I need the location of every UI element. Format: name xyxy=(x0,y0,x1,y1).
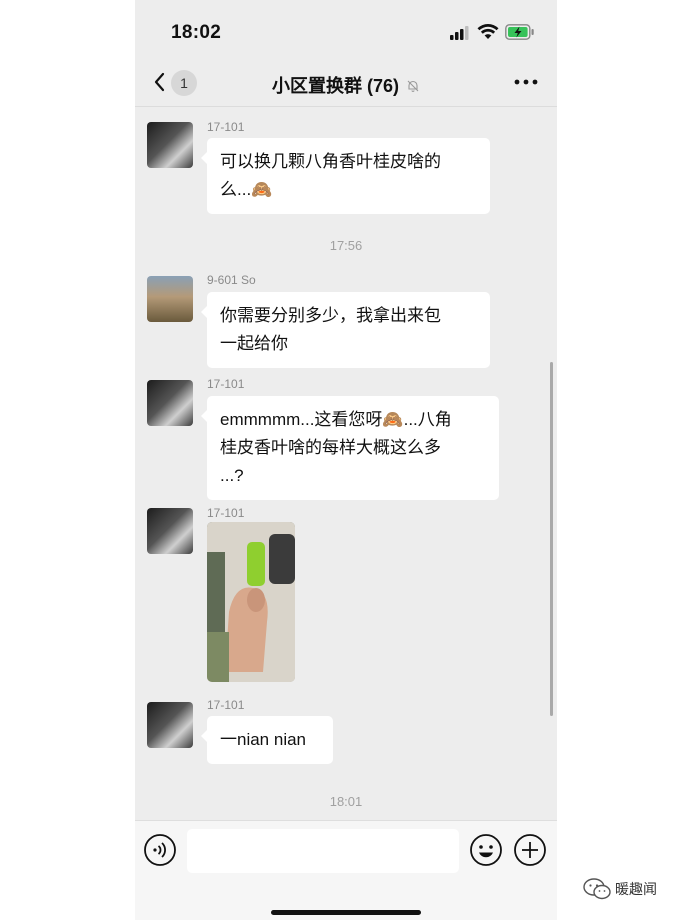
home-indicator[interactable] xyxy=(271,910,421,915)
status-bar: 18:02 xyxy=(135,0,557,62)
sender-name: 17-101 xyxy=(207,120,245,134)
message-timestamp: 18:01 xyxy=(329,794,363,809)
sender-name: 9-601 So xyxy=(207,273,256,287)
message-timestamp: 17:56 xyxy=(329,238,363,253)
scrollbar[interactable] xyxy=(550,362,553,716)
message-input[interactable] xyxy=(187,829,459,873)
message-bubble[interactable]: 可以换几颗八角香叶桂皮啥的 么...🙈 xyxy=(201,138,490,214)
cellular-signal-icon xyxy=(450,26,470,45)
wechat-logo-icon xyxy=(583,878,611,905)
battery-charging-icon xyxy=(505,24,535,45)
message-bubble[interactable]: 一nian nian xyxy=(201,716,333,764)
emoji-icon[interactable] xyxy=(469,833,503,867)
phone-screen: 18:02 1 小区置换群 (76) 17-101 可以换几颗八角香叶桂皮啥的 … xyxy=(135,0,557,920)
plus-icon[interactable] xyxy=(513,833,547,867)
status-time: 18:02 xyxy=(171,22,222,43)
wifi-icon xyxy=(477,24,499,45)
sender-name: 17-101 xyxy=(207,377,245,391)
avatar[interactable] xyxy=(147,508,193,554)
image-message[interactable] xyxy=(207,522,295,682)
chat-title: 小区置换群 (76) xyxy=(135,72,557,98)
avatar[interactable] xyxy=(147,702,193,748)
avatar[interactable] xyxy=(147,380,193,426)
avatar[interactable] xyxy=(147,122,193,168)
voice-icon[interactable] xyxy=(143,833,177,867)
message-bubble[interactable]: 你需要分别多少，我拿出来包 一起给你 xyxy=(201,292,490,368)
chat-title-text: 小区置换群 (76) xyxy=(271,76,399,96)
mute-bell-icon xyxy=(406,77,420,98)
more-options-icon[interactable] xyxy=(509,70,543,94)
avatar[interactable] xyxy=(147,276,193,322)
sender-name: 17-101 xyxy=(207,698,245,712)
chat-header: 1 小区置换群 (76) xyxy=(135,62,557,107)
sender-name: 17-101 xyxy=(207,506,245,520)
message-bubble[interactable]: emmmmm...这看您呀🙈...八角 桂皮香叶啥的每样大概这么多 ...? xyxy=(201,396,499,500)
input-bar xyxy=(135,820,557,920)
watermark-text: 暖趣闻 xyxy=(615,881,657,897)
